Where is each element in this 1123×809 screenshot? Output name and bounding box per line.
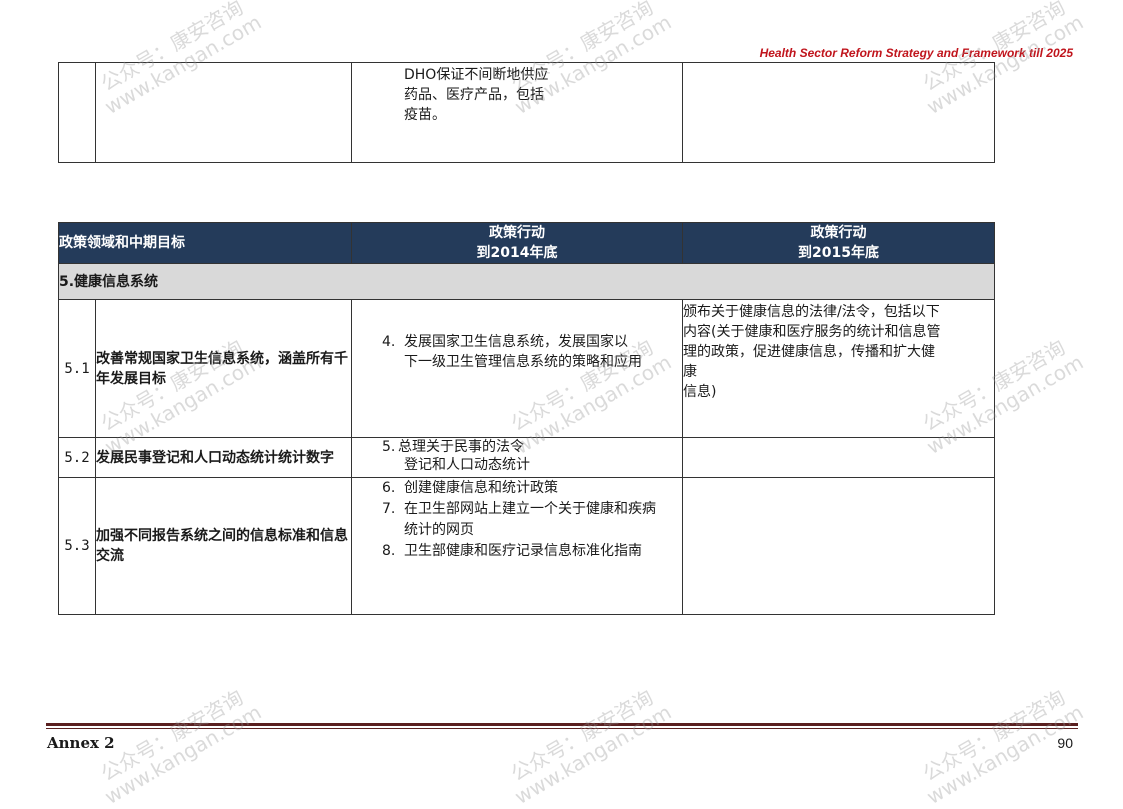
page-number: 90 bbox=[1057, 735, 1073, 751]
watermark-line: www.kangan.com bbox=[922, 699, 1088, 809]
table-row: 5.3 加强不同报告系统之间的信息标准和信息交流 6. 创建健康信息和统计政策 7… bbox=[58, 477, 995, 615]
action-2015-line: 康 bbox=[683, 364, 697, 380]
action-number: 6. bbox=[382, 480, 396, 496]
action-item: 7. 在卫生部网站上建立一个关于健康和疾病统计的网页 bbox=[382, 499, 662, 541]
action-text: 创建健康信息和统计政策 bbox=[404, 480, 558, 496]
watermark: 公众号：康安咨询 www.kangan.com bbox=[500, 682, 676, 809]
action-text: 卫生部健康和医疗记录信息标准化指南 bbox=[404, 543, 642, 559]
watermark-line: www.kangan.com bbox=[100, 699, 266, 809]
cont-action-cell: DHO保证不间断地供应 药品、医疗产品，包括 疫苗。 bbox=[351, 62, 683, 163]
footer-annex-label: Annex 2 bbox=[47, 734, 115, 752]
section-row: 5.健康信息系统 bbox=[58, 263, 995, 300]
table-row: 5.2 发展民事登记和人口动态统计统计数字 5. 总理关于民事的法令登记和人口动态… bbox=[58, 437, 995, 478]
table-row: 5.1 改善常规国家卫生信息系统，涵盖所有千年发展目标 4. 发展国家卫生信息系统… bbox=[58, 299, 995, 438]
cont-action-line: DHO保证不间断地供应 bbox=[404, 67, 549, 83]
header-line: 到2014年底 bbox=[476, 245, 558, 261]
row-action-2015 bbox=[682, 437, 995, 478]
row-action-2015 bbox=[682, 477, 995, 615]
row-number: 5.1 bbox=[58, 299, 96, 438]
cont-action-line: 疫苗。 bbox=[404, 107, 446, 123]
watermark: 公众号：康安咨询 www.kangan.com bbox=[90, 682, 266, 809]
table-header-row: 政策领域和中期目标 政策行动 到2014年底 政策行动 到2015年底 bbox=[58, 222, 995, 264]
action-item: 5. 总理关于民事的法令登记和人口动态统计 bbox=[382, 438, 682, 474]
continued-table: DHO保证不间断地供应 药品、医疗产品，包括 疫苗。 bbox=[58, 62, 995, 163]
action-2015-line: 信息) bbox=[683, 384, 717, 400]
footer-rule bbox=[46, 723, 1078, 726]
header-line: 政策行动 bbox=[489, 225, 545, 241]
action-text-cont: 下一级卫生管理信息系统的策略和应用 bbox=[404, 354, 642, 370]
header-actions-2015: 政策行动 到2015年底 bbox=[682, 222, 995, 264]
header-line: 到2015年底 bbox=[798, 245, 879, 261]
watermark-line: www.kangan.com bbox=[510, 699, 676, 809]
cont-2015-cell bbox=[682, 62, 995, 163]
action-2015-line: 理的政策，促进健康信息，传播和扩大健 bbox=[683, 344, 935, 360]
action-number: 4. bbox=[382, 334, 396, 350]
action-item: 8. 卫生部健康和医疗记录信息标准化指南 bbox=[382, 541, 662, 562]
watermark-line: 公众号：康安咨询 bbox=[506, 685, 658, 786]
cont-goal-cell bbox=[95, 62, 352, 163]
action-item: 6. 创建健康信息和统计政策 bbox=[382, 478, 662, 499]
action-2015-line: 颁布关于健康信息的法律/法令，包括以下 bbox=[683, 304, 940, 320]
row-goal: 发展民事登记和人口动态统计统计数字 bbox=[95, 437, 352, 478]
row-number: 5.2 bbox=[58, 437, 96, 478]
action-2015-line: 内容(关于健康和医疗服务的统计和信息管 bbox=[683, 324, 941, 340]
row-action-2014: 5. 总理关于民事的法令登记和人口动态统计 bbox=[351, 437, 683, 478]
action-text-cont: 登记和人口动态统计 bbox=[404, 457, 530, 473]
row-action-2015: 颁布关于健康信息的法律/法令，包括以下 内容(关于健康和医疗服务的统计和信息管 … bbox=[682, 299, 995, 438]
cont-num-cell bbox=[58, 62, 96, 163]
row-action-2014: 6. 创建健康信息和统计政策 7. 在卫生部网站上建立一个关于健康和疾病统计的网页 … bbox=[351, 477, 683, 615]
action-number: 7. bbox=[382, 501, 396, 517]
row-action-2014: 4. 发展国家卫生信息系统，发展国家以 下一级卫生管理信息系统的策略和应用 bbox=[351, 299, 683, 438]
footer-rule-thin bbox=[46, 728, 1078, 729]
action-text: 总理关于民事的法令 bbox=[398, 439, 524, 455]
watermark-line: 公众号：康安咨询 bbox=[918, 685, 1070, 786]
header-actions-2014: 政策行动 到2014年底 bbox=[351, 222, 683, 264]
row-goal: 改善常规国家卫生信息系统，涵盖所有千年发展目标 bbox=[95, 299, 352, 438]
action-item: 4. 发展国家卫生信息系统，发展国家以 下一级卫生管理信息系统的策略和应用 bbox=[382, 332, 674, 372]
action-number: 8. bbox=[382, 543, 396, 559]
action-text: 发展国家卫生信息系统，发展国家以 bbox=[404, 334, 628, 350]
action-text: 在卫生部网站上建立一个关于健康和疾病统计的网页 bbox=[404, 501, 656, 538]
row-number: 5.3 bbox=[58, 477, 96, 615]
header-line: 政策行动 bbox=[810, 225, 867, 241]
document-header-title: Health Sector Reform Strategy and Framew… bbox=[759, 46, 1073, 60]
action-number: 5. bbox=[382, 439, 396, 455]
cont-action-line: 药品、医疗产品，包括 bbox=[404, 87, 544, 103]
row-goal: 加强不同报告系统之间的信息标准和信息交流 bbox=[95, 477, 352, 615]
header-policy-area: 政策领域和中期目标 bbox=[58, 222, 352, 264]
policy-table: 政策领域和中期目标 政策行动 到2014年底 政策行动 到2015年底 5.健康… bbox=[58, 222, 995, 615]
section-title: 5.健康信息系统 bbox=[58, 263, 995, 300]
